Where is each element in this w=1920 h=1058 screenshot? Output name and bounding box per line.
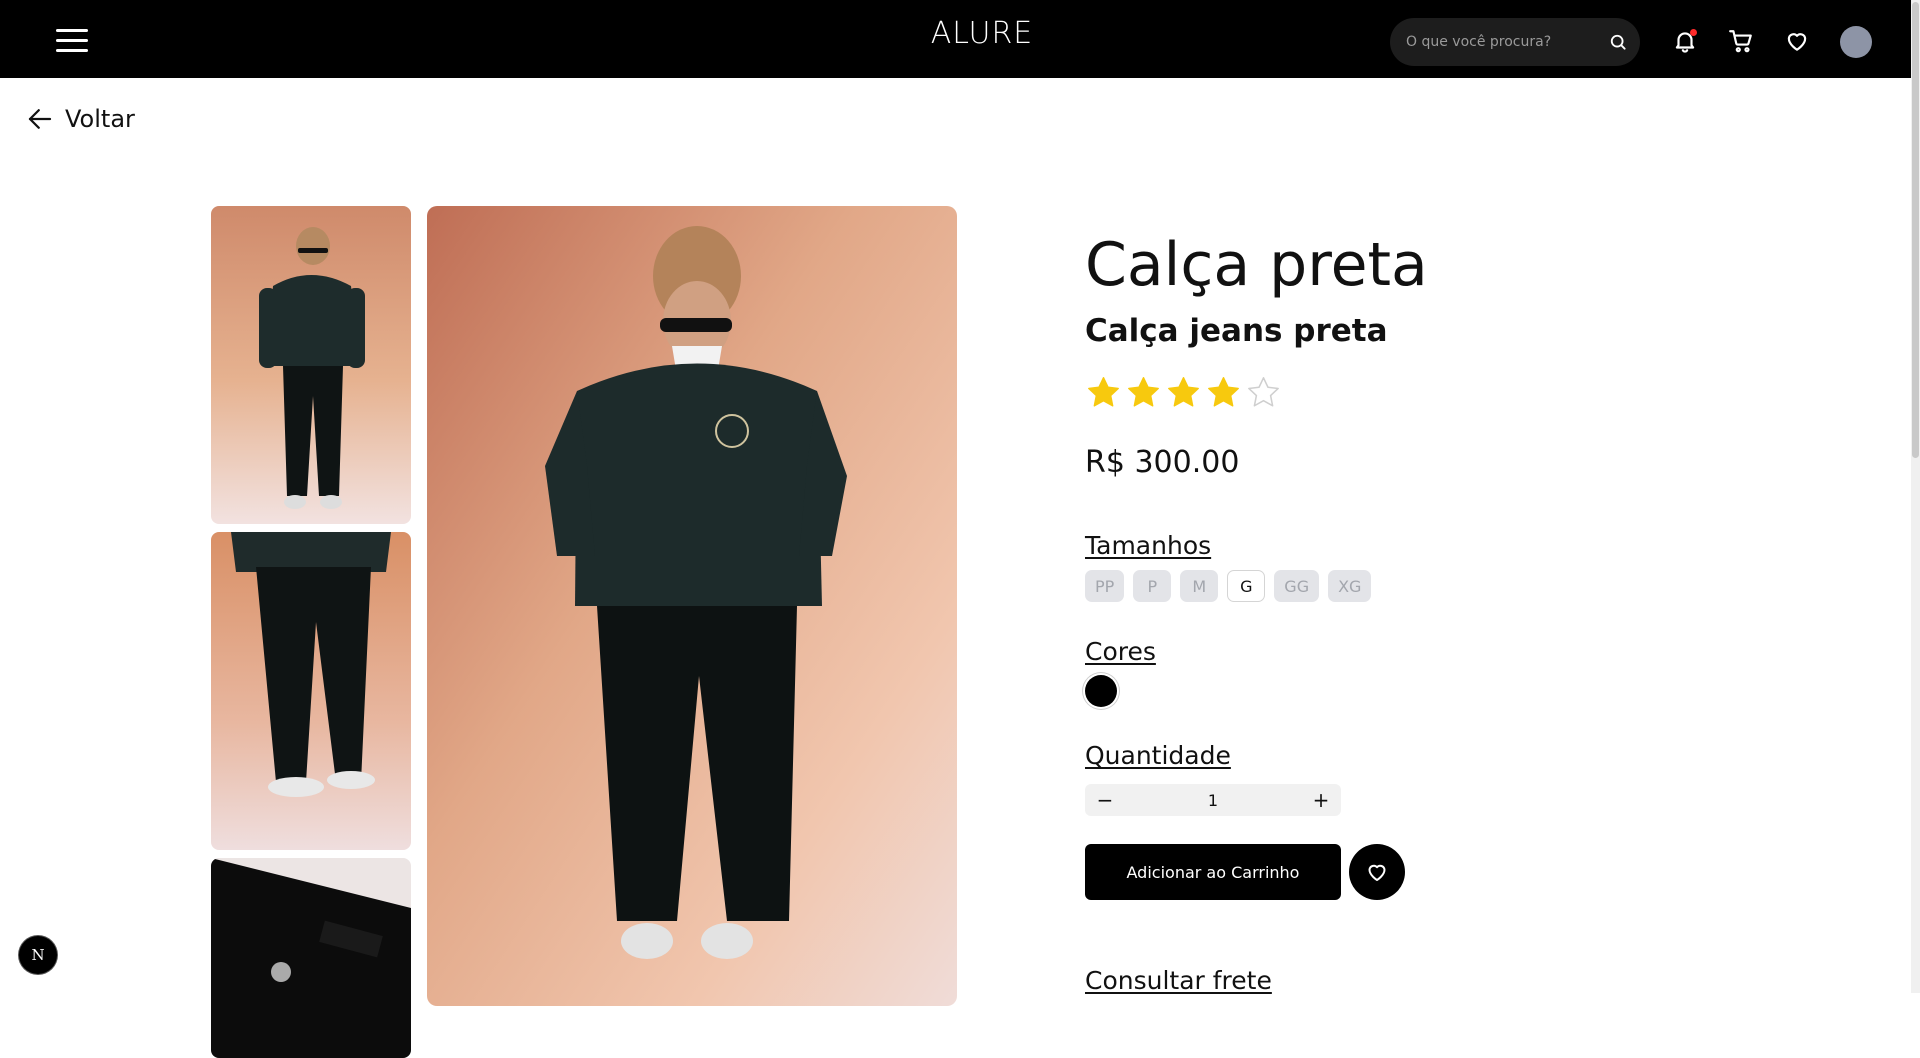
size-selector: PP P M G GG XG (1085, 570, 1372, 602)
product-title: Calça preta (1085, 230, 1428, 300)
cart-button[interactable] (1728, 28, 1754, 54)
notifications-button[interactable] (1672, 28, 1698, 54)
scrollbar-thumb[interactable] (1912, 2, 1919, 458)
rating-stars[interactable] (1085, 374, 1282, 411)
colors-heading: Cores (1085, 637, 1156, 666)
arrow-left-icon (28, 109, 52, 129)
product-thumbnail-2[interactable] (211, 532, 411, 850)
size-option-xg[interactable]: XG (1328, 570, 1372, 602)
add-to-wishlist-button[interactable] (1349, 844, 1405, 900)
heart-icon (1368, 864, 1386, 881)
size-option-gg[interactable]: GG (1274, 570, 1320, 602)
product-thumbnail-3[interactable] (211, 858, 411, 1058)
star-empty-icon[interactable] (1245, 374, 1282, 411)
product-price: R$ 300.00 (1085, 445, 1240, 480)
cart-icon (1729, 30, 1752, 53)
search-icon[interactable] (1608, 32, 1628, 52)
heart-icon (1787, 33, 1807, 51)
star-filled-icon[interactable] (1205, 374, 1242, 411)
back-label: Voltar (65, 105, 135, 133)
search-bar[interactable] (1390, 18, 1640, 66)
quantity-stepper: − 1 + (1085, 784, 1341, 816)
quantity-value[interactable]: 1 (1208, 791, 1218, 810)
search-input[interactable] (1404, 33, 1596, 51)
product-main-image[interactable] (427, 206, 957, 1006)
product-photo-pants-detail (211, 532, 411, 850)
top-navigation-bar: ALURE (0, 0, 1920, 78)
quantity-decrease-button[interactable]: − (1095, 788, 1115, 812)
product-subtitle: Calça jeans preta (1085, 313, 1388, 349)
avatar[interactable] (1840, 26, 1872, 58)
dev-tools-badge[interactable]: N (19, 936, 57, 974)
add-to-cart-button[interactable]: Adicionar ao Carrinho (1085, 844, 1341, 900)
size-option-m[interactable]: M (1180, 570, 1219, 602)
star-filled-icon[interactable] (1165, 374, 1202, 411)
product-photo-main (427, 206, 957, 1006)
color-swatch-black[interactable] (1085, 675, 1117, 707)
wishlist-button[interactable] (1784, 28, 1810, 54)
product-thumbnail-1[interactable] (211, 206, 411, 524)
size-option-pp[interactable]: PP (1085, 570, 1125, 602)
size-option-g[interactable]: G (1227, 570, 1266, 602)
shipping-link[interactable]: Consultar frete (1085, 966, 1272, 995)
star-filled-icon[interactable] (1125, 374, 1162, 411)
scrollbar[interactable] (1911, 0, 1920, 993)
back-button[interactable]: Voltar (25, 104, 135, 134)
quantity-heading: Quantidade (1085, 741, 1231, 770)
quantity-increase-button[interactable]: + (1311, 788, 1331, 812)
star-filled-icon[interactable] (1085, 374, 1122, 411)
product-photo-fabric-closeup (211, 858, 411, 1058)
sizes-heading: Tamanhos (1085, 531, 1212, 560)
notification-dot (1690, 29, 1697, 36)
product-photo-full-body (211, 206, 411, 524)
size-option-p[interactable]: P (1133, 570, 1172, 602)
